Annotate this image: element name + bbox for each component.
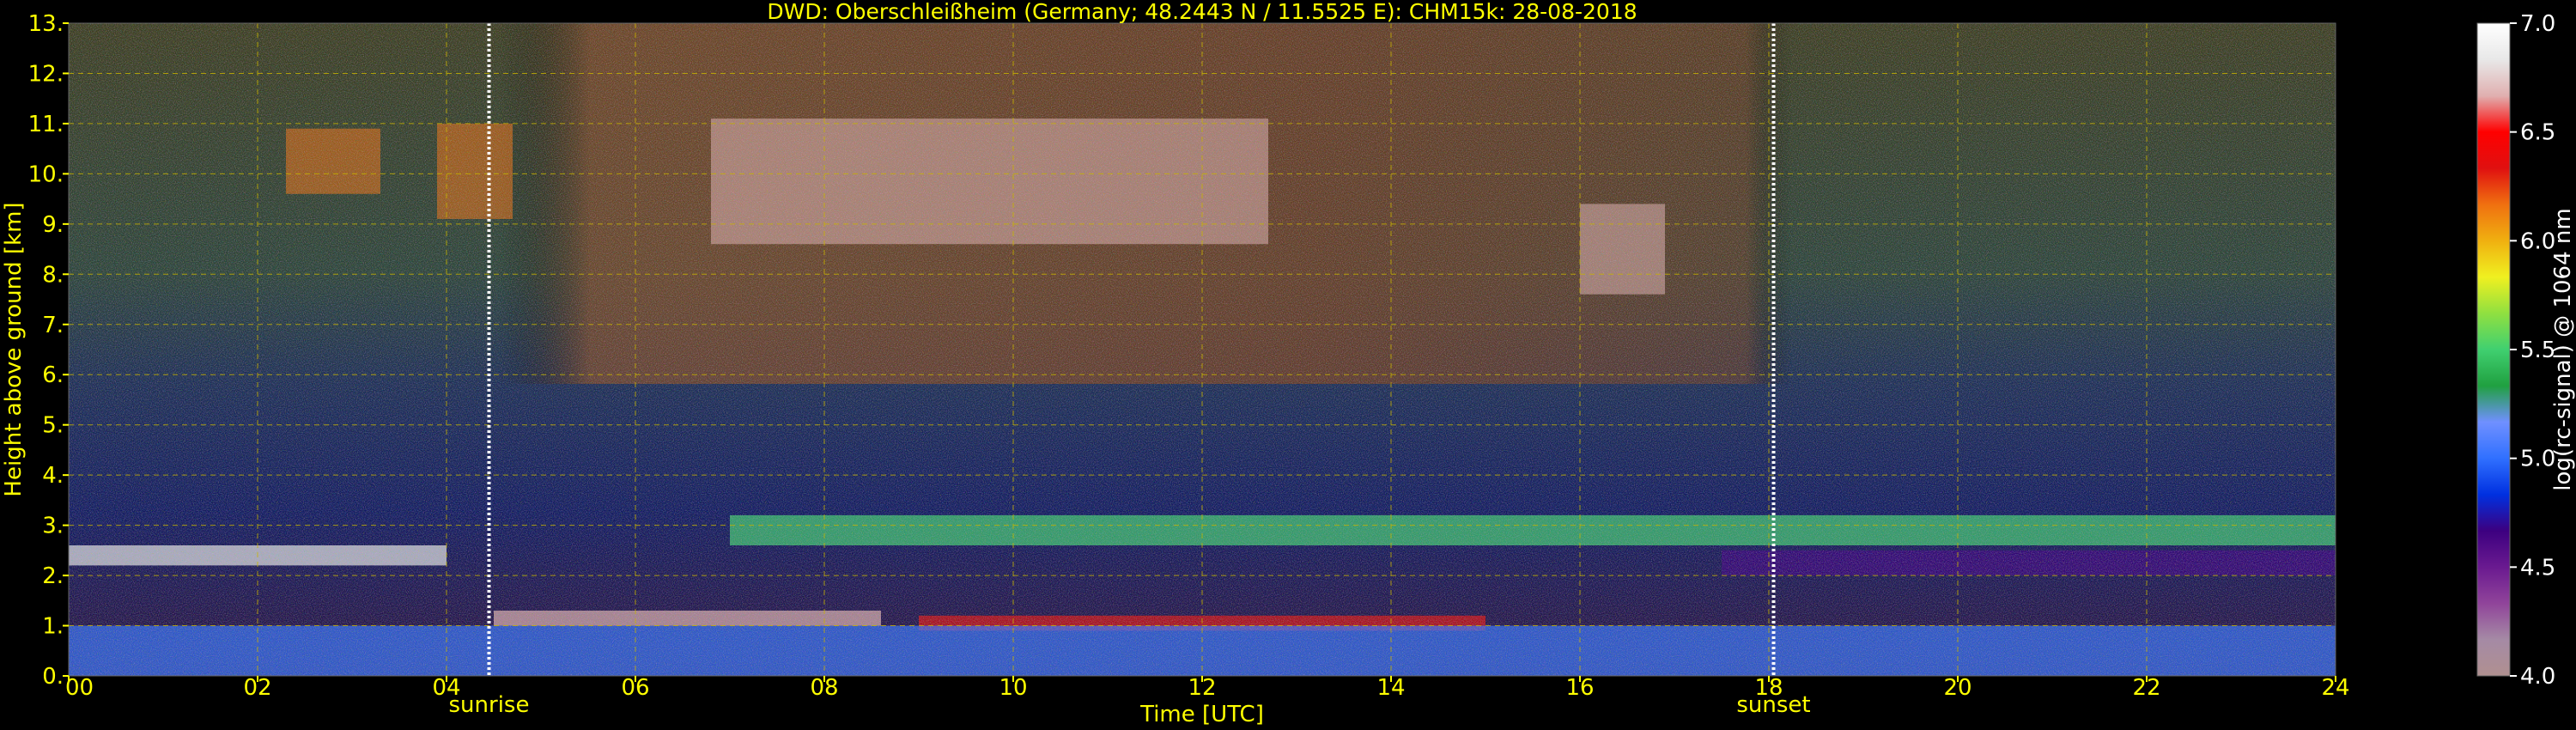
- event-label-sunset: sunset: [1736, 692, 1810, 718]
- colorbar-tick-label: 4.5: [2520, 555, 2555, 581]
- y-tick-label: 0.: [42, 664, 64, 690]
- x-tick-label: 00: [65, 675, 94, 701]
- event-labels: sunrise sunset: [449, 692, 1811, 718]
- x-tick-label: 20: [1943, 675, 1971, 701]
- x-tick-label: 12: [1188, 675, 1216, 701]
- colorbar-tick-label: 6.5: [2520, 120, 2555, 146]
- x-tick-label: 02: [243, 675, 271, 701]
- y-tick-label: 3.: [42, 514, 64, 539]
- y-tick-label: 8.: [42, 262, 64, 288]
- x-axis-ticks: 00 02 04 06 08 10 12 14 16 18 20 22 24: [65, 675, 2350, 701]
- y-tick-label: 7.: [42, 313, 64, 338]
- x-tick-label: 22: [2132, 675, 2160, 701]
- colorbar-tick-label: 7.0: [2520, 11, 2555, 37]
- x-tick-label: 14: [1376, 675, 1405, 701]
- chart-title: DWD: Oberschleißheim (Germany; 48.2443 N…: [767, 0, 1637, 24]
- y-tick-label: 6.: [42, 362, 64, 388]
- event-label-sunrise: sunrise: [449, 692, 530, 718]
- y-tick-label: 13.: [28, 11, 64, 37]
- ceilometer-plot: 00 02 04 06 08 10 12 14 16 18 20 22 24 0. 1. 2. 3. 4. 5. 6…: [0, 0, 2576, 730]
- y-tick-label: 11.: [28, 112, 64, 137]
- colorbar-tick-label: 4.0: [2520, 664, 2555, 690]
- x-axis-label: Time [UTC]: [1139, 702, 1264, 727]
- y-tick-label: 12.: [28, 61, 64, 87]
- colorbar-label: log(rc-signal) @ 1064 nm: [2550, 208, 2576, 490]
- y-tick-label: 5.: [42, 413, 64, 439]
- y-tick-label: 9.: [42, 212, 64, 238]
- chart-svg: 00 02 04 06 08 10 12 14 16 18 20 22 24 0.1.2.3.4.5.6…: [1, 0, 2576, 727]
- plot-area: [69, 23, 2336, 676]
- y-tick-label: 10.: [28, 161, 64, 187]
- y-tick-label: 4.: [42, 463, 64, 489]
- x-tick-label: 06: [621, 675, 649, 701]
- y-tick-label: 1.: [42, 614, 64, 640]
- colorbar: 4.04.55.05.56.06.57.0 log(rc-signal) @ 1…: [2476, 11, 2576, 690]
- x-tick-label: 16: [1565, 675, 1594, 701]
- y-tick-label: 2.: [42, 563, 64, 589]
- colorbar-ticks: 4.04.55.05.56.06.57.0: [2510, 11, 2555, 690]
- x-tick-label: 08: [810, 675, 838, 701]
- y-axis-label: Height above ground [km]: [1, 202, 27, 496]
- y-axis-ticks: 0. 1. 2. 3. 4. 5. 6. 7. 8. 9. 10. 11. 12. 13.: [28, 11, 69, 690]
- x-tick-label: 10: [999, 675, 1027, 701]
- x-tick-label: 24: [2321, 675, 2349, 701]
- colorbar-gradient: [2476, 22, 2511, 677]
